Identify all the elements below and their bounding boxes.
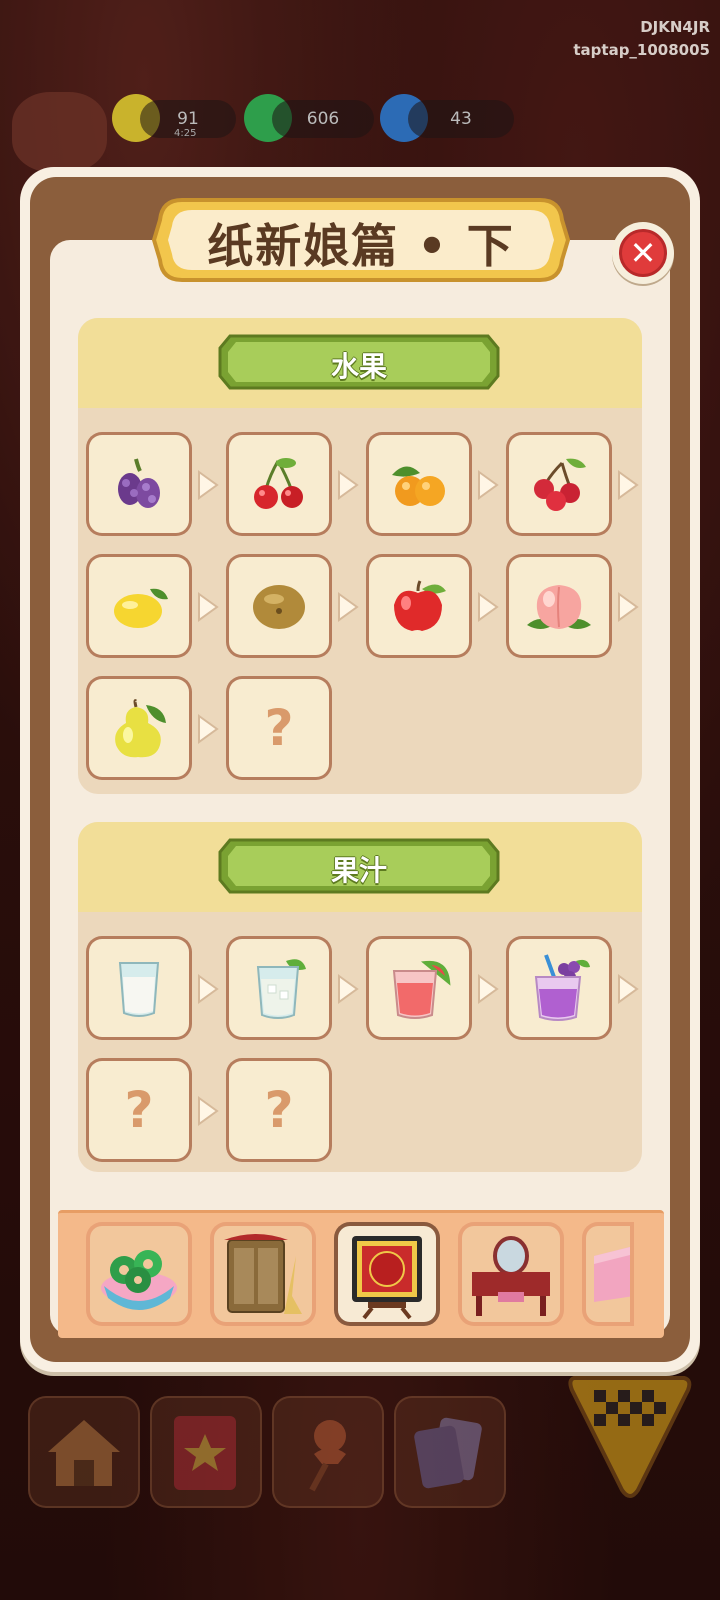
item-hawthorn[interactable] — [506, 432, 612, 536]
item-unknown[interactable]: ? — [226, 1058, 332, 1162]
arrow-right-icon — [198, 470, 219, 500]
apple-icon — [394, 580, 446, 631]
arrow-right-icon — [478, 470, 499, 500]
book-icon — [174, 1416, 236, 1490]
item-watermelon-juice[interactable] — [366, 936, 472, 1040]
red-scroll-screen-icon — [352, 1236, 422, 1320]
item-grape-juice[interactable] — [506, 936, 612, 1040]
pin-icon — [309, 1420, 346, 1492]
close-icon: ✕ — [619, 229, 667, 277]
pink-box-icon — [594, 1247, 630, 1302]
item-apple[interactable] — [366, 554, 472, 658]
tab-pink-box[interactable] — [582, 1222, 634, 1326]
lemon-icon — [114, 588, 168, 628]
item-kumquat[interactable] — [366, 432, 472, 536]
section-juice-label: 果汁 — [216, 834, 502, 898]
energy-timer: 4:25 — [174, 128, 197, 139]
arrow-right-icon — [478, 974, 499, 1004]
item-kiwi[interactable] — [226, 554, 332, 658]
play-button[interactable] — [564, 1368, 694, 1508]
watermelon-juice-icon — [392, 960, 451, 1019]
play-icon — [568, 1376, 692, 1498]
item-unknown[interactable]: ? — [86, 1058, 192, 1162]
dock-cards[interactable] — [394, 1396, 506, 1508]
unknown-icon: ? — [264, 699, 294, 757]
peach-icon — [527, 585, 591, 629]
arrow-right-icon — [338, 974, 359, 1004]
cards-icon — [414, 1417, 482, 1489]
cabinet-broom-icon — [224, 1234, 302, 1314]
arrow-right-icon — [198, 1096, 219, 1126]
modal-title-plate: 纸新娘篇 • 下 — [152, 190, 570, 290]
tab-cabinet[interactable] — [210, 1222, 316, 1326]
mulberry-icon — [118, 458, 160, 508]
arrow-right-icon — [198, 974, 219, 1004]
jade-coins-bowl-icon — [101, 1250, 177, 1310]
grape-juice-icon — [534, 954, 590, 1021]
arrow-right-icon — [618, 470, 639, 500]
close-button[interactable]: ✕ — [612, 222, 674, 284]
mint-drink-icon — [256, 959, 306, 1019]
item-unknown[interactable]: ? — [226, 676, 332, 780]
item-mint-drink[interactable] — [226, 936, 332, 1040]
section-fruit-title: 水果 — [330, 350, 387, 383]
tab-red-scroll[interactable] — [334, 1222, 440, 1326]
item-milk-glass[interactable] — [86, 936, 192, 1040]
watermark: DJKN4JR taptap_1008005 — [573, 16, 710, 62]
section-juice-title: 果汁 — [330, 854, 387, 887]
arrow-right-icon — [618, 974, 639, 1004]
hawthorn-icon — [534, 458, 586, 511]
item-mulberry[interactable] — [86, 432, 192, 536]
watermark-account: taptap_1008005 — [573, 41, 710, 59]
gem-counter[interactable]: 43 — [408, 100, 514, 138]
arrow-right-icon — [338, 470, 359, 500]
coin-counter[interactable]: 606 — [272, 100, 374, 138]
item-peach[interactable] — [506, 554, 612, 658]
item-lemon[interactable] — [86, 554, 192, 658]
milk-glass-icon — [118, 962, 160, 1017]
dock-pin[interactable] — [272, 1396, 384, 1508]
section-fruit-label: 水果 — [216, 330, 502, 394]
player-avatar[interactable] — [12, 92, 107, 172]
energy-value: 91 — [177, 109, 199, 129]
watermark-id: DJKN4JR — [640, 18, 710, 36]
tab-jade-coins[interactable] — [86, 1222, 192, 1326]
unknown-icon: ? — [124, 1081, 154, 1139]
arrow-right-icon — [478, 592, 499, 622]
dock-home[interactable] — [28, 1396, 140, 1508]
arrow-right-icon — [338, 592, 359, 622]
modal-title: 纸新娘篇 • 下 — [207, 219, 515, 273]
item-pear[interactable] — [86, 676, 192, 780]
gem-value: 43 — [450, 109, 472, 129]
home-icon — [48, 1420, 120, 1486]
coin-value: 606 — [306, 109, 340, 129]
unknown-icon: ? — [264, 1081, 294, 1139]
item-cherry[interactable] — [226, 432, 332, 536]
arrow-right-icon — [618, 592, 639, 622]
arrow-right-icon — [198, 714, 219, 744]
tab-vanity[interactable] — [458, 1222, 564, 1326]
vanity-dresser-icon — [472, 1236, 550, 1316]
kiwi-icon — [253, 585, 305, 629]
dock-book[interactable] — [150, 1396, 262, 1508]
pear-icon — [115, 699, 166, 758]
arrow-right-icon — [198, 592, 219, 622]
kumquat-icon — [392, 466, 445, 506]
cherry-icon — [254, 458, 303, 509]
